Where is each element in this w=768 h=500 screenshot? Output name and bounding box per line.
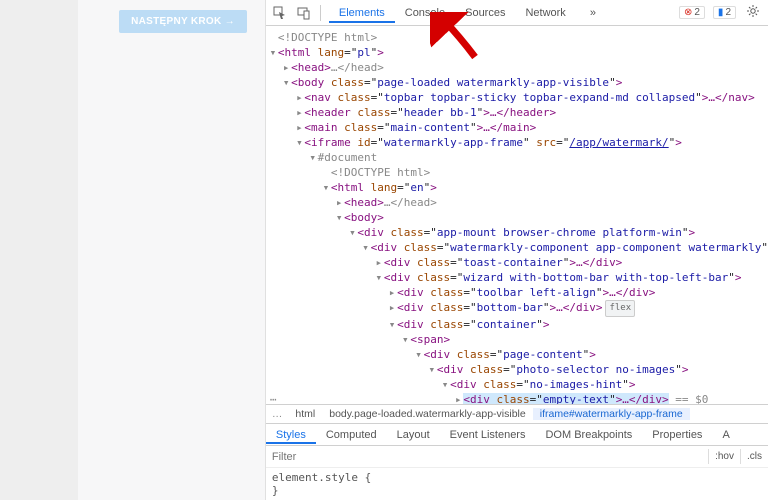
disclosure-icon[interactable]: ▾ <box>268 45 278 60</box>
message-count: 2 <box>725 7 731 18</box>
disclosure-icon[interactable]: ▸ <box>453 392 463 404</box>
stab-accessibility[interactable]: A <box>712 426 739 444</box>
style-rule: element.style { <box>272 471 762 484</box>
crumb-body[interactable]: body.page-loaded.watermarkly-app-visible <box>322 408 533 420</box>
stab-computed[interactable]: Computed <box>316 426 387 444</box>
hov-toggle[interactable]: :hov <box>708 449 740 464</box>
disclosure-icon[interactable]: ▾ <box>387 317 397 332</box>
doctype: <!DOCTYPE html> <box>278 31 377 44</box>
page-gutter <box>0 0 78 500</box>
stab-properties[interactable]: Properties <box>642 426 712 444</box>
devtools-panel: Elements Console Sources Network » ⊗2 ▮2… <box>266 0 768 500</box>
disclosure-icon[interactable]: ▸ <box>387 300 397 315</box>
disclosure-icon[interactable]: ▾ <box>294 135 304 150</box>
dom-tree[interactable]: <!DOCTYPE html> ▾<html lang="pl"> ▸<head… <box>266 26 768 404</box>
overflow-icon[interactable]: ⋯ <box>270 392 277 404</box>
disclosure-icon[interactable]: ▾ <box>361 240 371 255</box>
styles-tabs: Styles Computed Layout Event Listeners D… <box>266 424 768 446</box>
page-preview-pane: NASTĘPNY KROK → <box>0 0 266 500</box>
crumb-overflow-icon[interactable]: … <box>266 408 289 420</box>
styles-filter-input[interactable] <box>266 451 708 463</box>
more-tabs-icon[interactable]: » <box>584 7 602 19</box>
disclosure-icon[interactable]: ▸ <box>294 90 304 105</box>
tab-elements[interactable]: Elements <box>329 3 395 23</box>
tab-sources[interactable]: Sources <box>455 3 515 23</box>
disclosure-icon[interactable]: ▾ <box>374 270 384 285</box>
disclosure-icon[interactable]: ▾ <box>281 75 291 90</box>
cls-toggle[interactable]: .cls <box>740 449 768 464</box>
stab-event-listeners[interactable]: Event Listeners <box>440 426 536 444</box>
styles-body[interactable]: element.style { } <box>266 468 768 500</box>
disclosure-icon[interactable]: ▾ <box>427 362 437 377</box>
disclosure-icon[interactable]: ▾ <box>414 347 424 362</box>
message-badge[interactable]: ▮2 <box>713 6 736 19</box>
disclosure-icon[interactable]: ▸ <box>281 60 291 75</box>
stab-dom-breakpoints[interactable]: DOM Breakpoints <box>535 426 642 444</box>
next-step-button[interactable]: NASTĘPNY KROK → <box>119 10 247 33</box>
device-toggle-icon[interactable] <box>296 5 312 21</box>
tab-console[interactable]: Console <box>395 3 455 23</box>
crumb-html[interactable]: html <box>288 408 322 420</box>
disclosure-icon[interactable]: ▸ <box>294 105 304 120</box>
disclosure-icon[interactable]: ▾ <box>440 377 450 392</box>
flex-chip[interactable]: flex <box>605 300 635 317</box>
selection-marker: == $0 <box>669 393 709 404</box>
devtools-toolbar: Elements Console Sources Network » ⊗2 ▮2 <box>266 0 768 26</box>
tab-network[interactable]: Network <box>515 3 575 23</box>
error-badge[interactable]: ⊗2 <box>679 6 705 19</box>
style-rule-close: } <box>272 484 762 497</box>
settings-icon[interactable] <box>744 4 762 21</box>
disclosure-icon[interactable]: ▸ <box>294 120 304 135</box>
disclosure-icon[interactable]: ▸ <box>374 255 384 270</box>
disclosure-icon[interactable]: ▾ <box>308 150 318 165</box>
inspect-icon[interactable] <box>272 5 288 21</box>
stab-layout[interactable]: Layout <box>387 426 440 444</box>
selected-node[interactable]: <div class="empty-text">…</div> <box>463 393 668 404</box>
toolbar-separator <box>320 5 321 21</box>
disclosure-icon[interactable]: ▾ <box>347 225 357 240</box>
disclosure-icon[interactable]: ▾ <box>400 332 410 347</box>
disclosure-icon[interactable]: ▸ <box>334 195 344 210</box>
stab-styles[interactable]: Styles <box>266 426 316 444</box>
devtools-tabs: Elements Console Sources Network <box>329 3 576 23</box>
error-count: 2 <box>694 7 700 18</box>
disclosure-icon[interactable]: ▾ <box>321 180 331 195</box>
disclosure-icon[interactable]: ▸ <box>387 285 397 300</box>
styles-filter-row: :hov .cls <box>266 446 768 468</box>
disclosure-icon[interactable]: ▾ <box>334 210 344 225</box>
crumb-iframe[interactable]: iframe#watermarkly-app-frame <box>533 408 690 420</box>
breadcrumb: … html body.page-loaded.watermarkly-app-… <box>266 404 768 424</box>
